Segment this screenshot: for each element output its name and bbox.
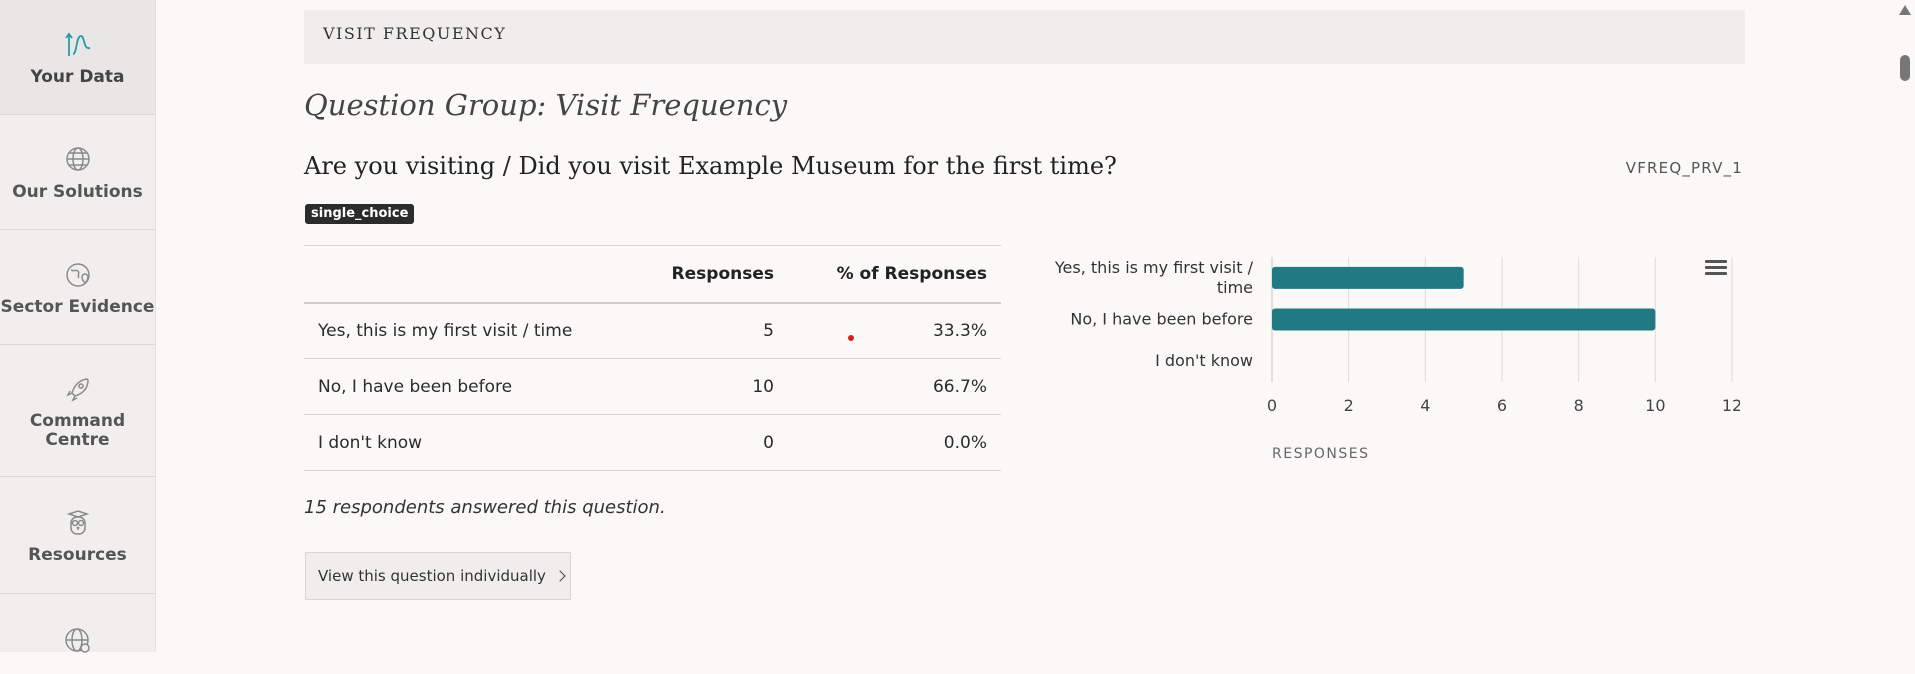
sidebar: Your Data Our Solutions Sector Evidence … [0,0,156,653]
table-header-label [304,245,645,304]
row-percent: 33.3% [932,320,987,341]
section-header: VISIT FREQUENCY [304,10,1745,64]
x-tick-label: 10 [1645,396,1665,415]
sidebar-item-resources[interactable]: Resources [0,477,155,594]
bar [1272,308,1656,331]
question-group-title: Question Group: Visit Frequency [304,88,788,122]
table-header-percent: % of Responses [788,245,1001,304]
scroll-up-arrow-icon[interactable] [1899,5,1911,15]
table-row: I don't know 0 0.0% [304,414,1001,471]
respondents-summary: 15 respondents answered this question. [304,497,666,518]
row-responses: 0 [645,414,788,471]
chevron-right-icon [554,570,566,582]
x-tick-label: 12 [1722,396,1740,415]
owl-icon [61,506,95,540]
bar [1272,266,1464,289]
responses-bar-chart: 0 2 4 6 8 10 12 Yes, this is my first visit / ti… [1054,257,1740,462]
table-row: No, I have been before 10 66.7% [304,358,1001,415]
sidebar-item-our-solutions[interactable]: Our Solutions [0,115,155,230]
chart-menu-icon[interactable] [1705,260,1727,278]
table-header-responses: Responses [645,245,788,304]
category-label: I don't know [1155,351,1253,370]
sidebar-item-settings[interactable] [0,594,155,674]
x-tick-label: 2 [1344,396,1354,415]
globe-gear-icon [61,624,95,658]
table-row: Yes, this is my first visit / time 5 33.… [304,302,1001,359]
category-label: No, I have been before [1070,310,1253,329]
row-label: I don't know [304,414,645,471]
sidebar-item-label: Your Data [30,66,125,87]
marker-dot [848,334,854,341]
scrollbar[interactable] [1895,0,1915,652]
x-tick-label: 8 [1574,396,1584,415]
globe-icon [61,143,95,177]
rocket-icon [61,372,95,406]
globe-pin-icon [61,258,95,292]
row-percent: 66.7% [788,358,1001,415]
x-tick-label: 0 [1267,396,1277,415]
sidebar-item-sector-evidence[interactable]: Sector Evidence [0,230,155,345]
chart-line-icon [61,28,95,62]
x-tick-label: 4 [1420,396,1430,415]
sidebar-item-label: Our Solutions [12,181,143,202]
view-question-button[interactable]: View this question individually [305,552,571,600]
x-axis-label: RESPONSES [1272,446,1370,462]
row-percent: 0.0% [788,414,1001,471]
responses-table: Responses % of Responses Yes, this is my… [304,245,1001,471]
question-title: Are you visiting / Did you visit Example… [304,152,1117,180]
row-responses: 10 [645,358,788,415]
scroll-thumb[interactable] [1900,55,1910,81]
sidebar-item-command-centre[interactable]: Command Centre [0,345,155,477]
row-responses: 5 [645,302,788,359]
sidebar-item-label: Command Centre [29,410,126,450]
sidebar-item-label: Resources [28,544,127,565]
sidebar-item-your-data[interactable]: Your Data [0,0,155,115]
sidebar-item-label: Sector Evidence [0,296,155,317]
category-label: Yes, this is my first visit / time [1054,258,1254,297]
question-code: VFREQ_PRV_1 [1625,159,1743,177]
x-tick-label: 6 [1497,396,1507,415]
question-type-badge: single_choice [305,204,415,224]
view-question-label: View this question individually [318,567,546,585]
row-label: Yes, this is my first visit / time [304,302,645,359]
row-label: No, I have been before [304,358,645,415]
table-header-row: Responses % of Responses [304,245,1001,304]
